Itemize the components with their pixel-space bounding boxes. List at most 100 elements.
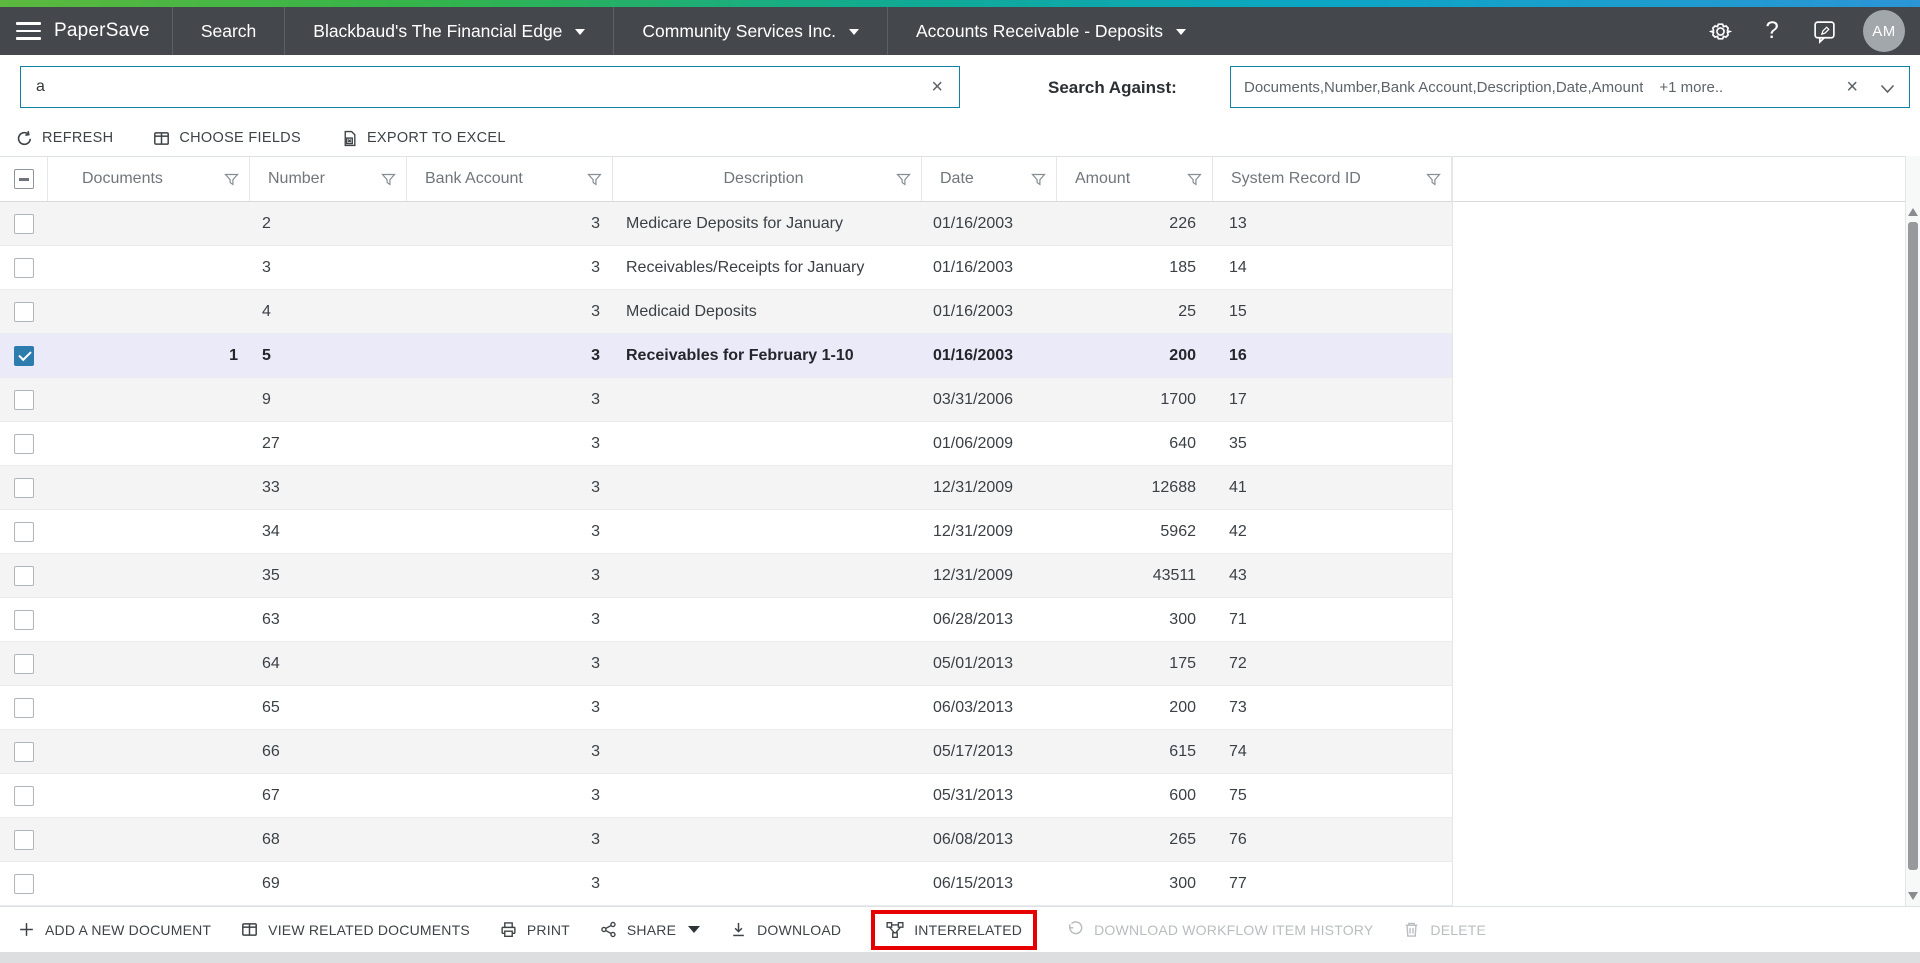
view-related-documents-button[interactable]: VIEW RELATED DOCUMENTS [241, 921, 470, 938]
table-row[interactable]: 9 3 03/31/2006 1700 17 [0, 378, 1452, 422]
filter-icon[interactable] [587, 172, 602, 187]
cell-system-record-id: 72 [1213, 655, 1452, 673]
row-checkbox[interactable] [14, 214, 34, 234]
vertical-scrollbar[interactable] [1905, 156, 1920, 906]
cell-amount: 265 [1057, 831, 1213, 849]
table-row[interactable]: 3 3 Receivables/Receipts for January 01/… [0, 246, 1452, 290]
row-checkbox[interactable] [14, 742, 34, 762]
column-header-bank-account[interactable]: Bank Account [407, 157, 613, 201]
column-header-date[interactable]: Date [922, 157, 1057, 201]
nav-item-document-type-dropdown[interactable]: Accounts Receivable - Deposits [888, 7, 1214, 55]
avatar[interactable]: AM [1863, 10, 1905, 52]
table-row[interactable]: 64 3 05/01/2013 175 72 [0, 642, 1452, 686]
interrelated-button[interactable]: INTERRELATED [871, 910, 1037, 950]
print-button[interactable]: PRINT [500, 921, 570, 938]
add-new-document-button[interactable]: ADD A NEW DOCUMENT [18, 921, 211, 938]
search-against-label: Search Against: [1048, 55, 1177, 120]
grid-header-row: Documents Number Bank Account Descriptio… [0, 156, 1452, 202]
cell-amount: 226 [1057, 215, 1213, 233]
search-against-more-badge[interactable]: +1 more.. [1659, 79, 1723, 96]
nav-item-search[interactable]: Search [173, 7, 284, 55]
cell-amount: 185 [1057, 259, 1213, 277]
filter-icon[interactable] [224, 172, 239, 187]
search-input[interactable] [21, 77, 915, 97]
help-icon[interactable]: ? [1759, 18, 1785, 44]
clear-fields-icon[interactable]: × [1830, 77, 1874, 97]
column-header-system-record-id[interactable]: System Record ID [1213, 157, 1452, 201]
menu-icon[interactable] [0, 7, 54, 55]
cell-amount: 200 [1057, 699, 1213, 717]
choose-fields-button[interactable]: CHOOSE FIELDS [153, 130, 301, 147]
cell-amount: 25 [1057, 303, 1213, 321]
table-row[interactable]: 35 3 12/31/2009 43511 43 [0, 554, 1452, 598]
table-row[interactable]: 68 3 06/08/2013 265 76 [0, 818, 1452, 862]
column-header-documents[interactable]: Documents [48, 157, 250, 201]
cell-system-record-id: 77 [1213, 875, 1452, 893]
table-row[interactable]: 69 3 06/15/2013 300 77 [0, 862, 1452, 906]
refresh-button[interactable]: REFRESH [16, 130, 113, 147]
filter-icon[interactable] [1187, 172, 1202, 187]
select-all-checkbox[interactable] [14, 169, 34, 189]
search-against-multiselect[interactable]: Documents,Number,Bank Account,Descriptio… [1230, 66, 1910, 108]
cell-number: 35 [250, 567, 407, 585]
row-checkbox[interactable] [14, 434, 34, 454]
cell-bank-account: 3 [407, 391, 613, 409]
table-row[interactable]: 33 3 12/31/2009 12688 41 [0, 466, 1452, 510]
row-checkbox[interactable] [14, 302, 34, 322]
row-checkbox[interactable] [14, 390, 34, 410]
download-button[interactable]: DOWNLOAD [730, 921, 841, 938]
row-checkbox[interactable] [14, 610, 34, 630]
table-row[interactable]: 66 3 05/17/2013 615 74 [0, 730, 1452, 774]
chevron-down-icon[interactable] [1874, 77, 1909, 98]
cell-number: 68 [250, 831, 407, 849]
table-row[interactable]: 63 3 06/28/2013 300 71 [0, 598, 1452, 642]
feedback-icon[interactable] [1811, 18, 1837, 44]
filter-icon[interactable] [1031, 172, 1046, 187]
table-row[interactable]: 65 3 06/03/2013 200 73 [0, 686, 1452, 730]
cell-system-record-id: 71 [1213, 611, 1452, 629]
filter-icon[interactable] [381, 172, 396, 187]
filter-icon[interactable] [896, 172, 911, 187]
row-checkbox[interactable] [14, 478, 34, 498]
cell-description: Medicaid Deposits [613, 303, 922, 321]
row-checkbox[interactable] [14, 346, 34, 366]
cell-number: 9 [250, 391, 407, 409]
cell-number: 34 [250, 523, 407, 541]
row-checkbox[interactable] [14, 698, 34, 718]
clear-search-icon[interactable]: × [915, 77, 959, 97]
cell-date: 01/16/2003 [922, 303, 1057, 321]
cell-system-record-id: 13 [1213, 215, 1452, 233]
caret-down-icon [1176, 29, 1186, 35]
table-row[interactable]: 27 3 01/06/2009 640 35 [0, 422, 1452, 466]
row-checkbox[interactable] [14, 830, 34, 850]
table-row[interactable]: 4 3 Medicaid Deposits 01/16/2003 25 15 [0, 290, 1452, 334]
delete-icon [1403, 921, 1420, 938]
gear-icon[interactable] [1707, 18, 1733, 44]
cell-system-record-id: 17 [1213, 391, 1452, 409]
column-header-description[interactable]: Description [613, 157, 922, 201]
scroll-down-arrow-icon[interactable] [1908, 892, 1918, 900]
nav-item-company-dropdown[interactable]: Community Services Inc. [614, 7, 887, 55]
filter-icon[interactable] [1426, 172, 1441, 187]
nav-item-integration-dropdown[interactable]: Blackbaud's The Financial Edge [285, 7, 613, 55]
cell-number: 3 [250, 259, 407, 277]
cell-description: Receivables/Receipts for January [613, 259, 922, 277]
row-checkbox[interactable] [14, 566, 34, 586]
column-header-amount[interactable]: Amount [1057, 157, 1213, 201]
cell-bank-account: 3 [407, 831, 613, 849]
table-row[interactable]: 1 5 3 Receivables for February 1-10 01/1… [0, 334, 1452, 378]
row-checkbox[interactable] [14, 786, 34, 806]
row-checkbox[interactable] [14, 654, 34, 674]
row-checkbox[interactable] [14, 522, 34, 542]
table-row[interactable]: 2 3 Medicare Deposits for January 01/16/… [0, 202, 1452, 246]
share-button[interactable]: SHARE [600, 921, 700, 938]
table-row[interactable]: 67 3 05/31/2013 600 75 [0, 774, 1452, 818]
scroll-up-arrow-icon[interactable] [1908, 208, 1918, 216]
table-row[interactable]: 34 3 12/31/2009 5962 42 [0, 510, 1452, 554]
cell-date: 06/03/2013 [922, 699, 1057, 717]
row-checkbox[interactable] [14, 874, 34, 894]
column-header-number[interactable]: Number [250, 157, 407, 201]
scrollbar-thumb[interactable] [1908, 222, 1918, 870]
export-to-excel-button[interactable]: EXPORT TO EXCEL [341, 130, 506, 147]
row-checkbox[interactable] [14, 258, 34, 278]
